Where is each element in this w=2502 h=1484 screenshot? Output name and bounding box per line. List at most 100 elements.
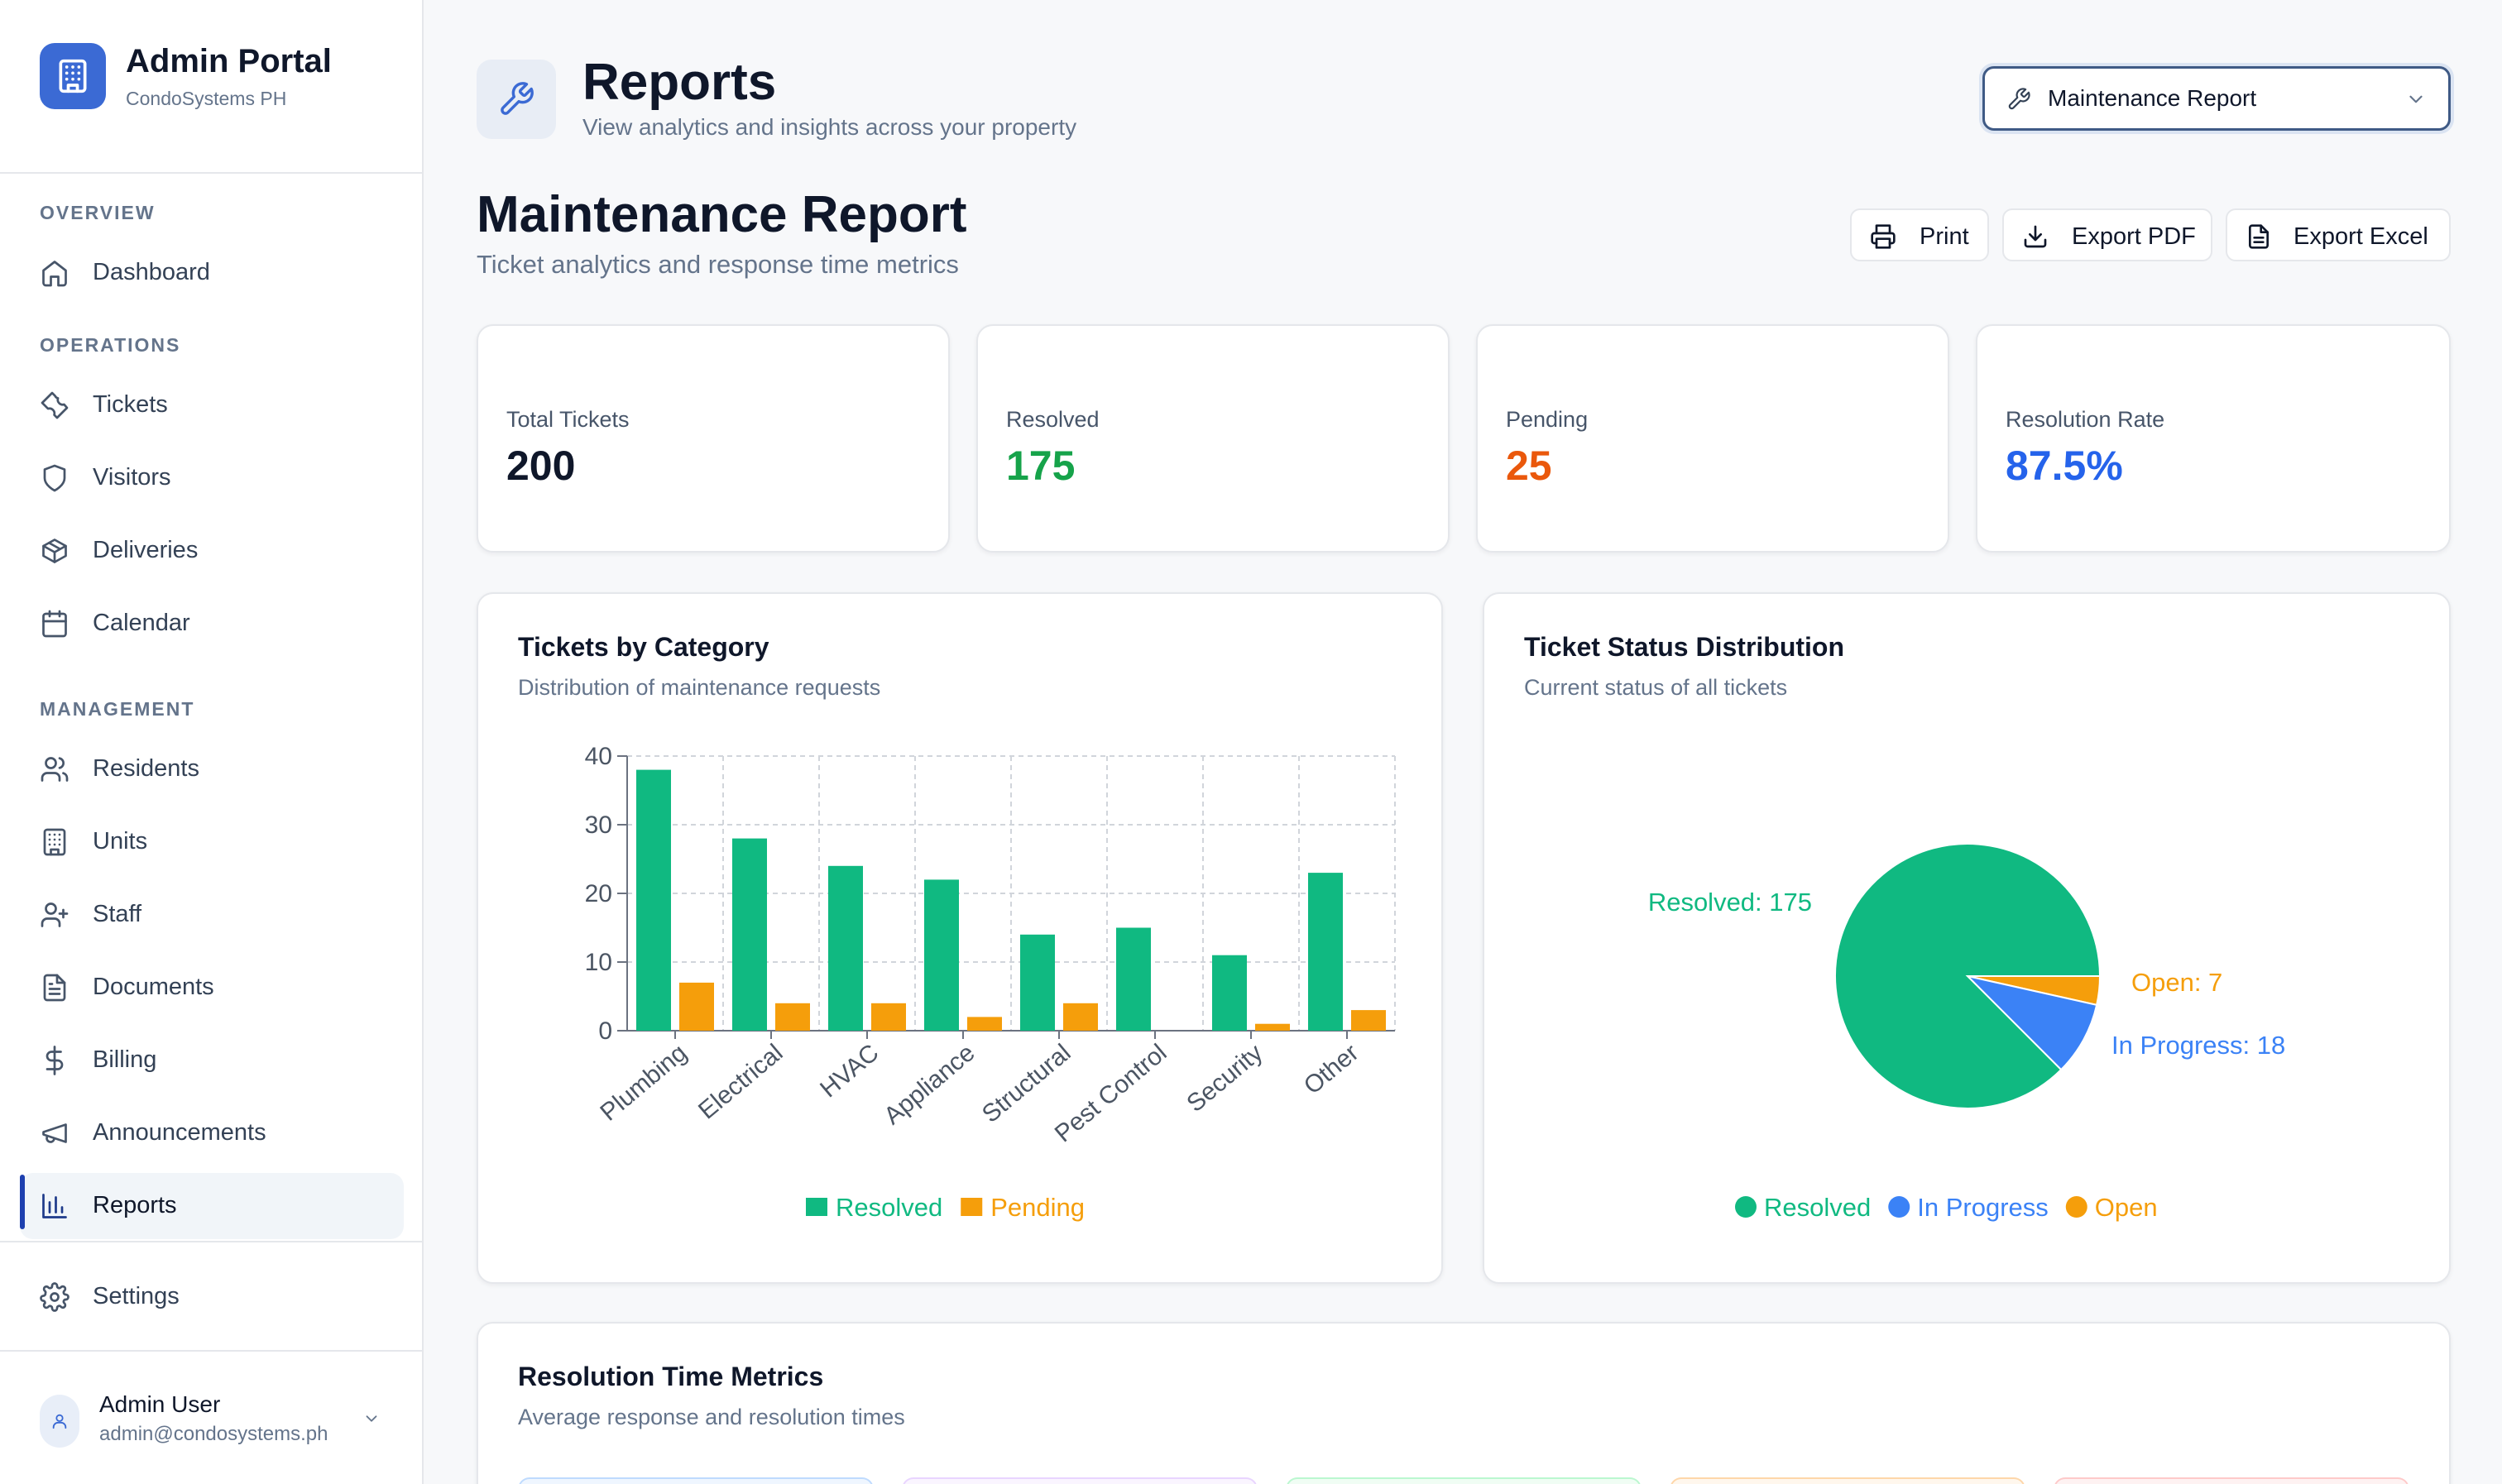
export-excel-button[interactable]: Export Excel bbox=[2226, 208, 2451, 261]
wrench-icon bbox=[2008, 88, 2030, 110]
pie-label: Open: 7 bbox=[2131, 968, 2222, 997]
stat-value: 25 bbox=[1506, 443, 1552, 489]
page-subtitle: View analytics and insights across your … bbox=[582, 114, 1077, 140]
legend-swatch bbox=[1735, 1196, 1757, 1218]
section-operations: OPERATIONS bbox=[40, 334, 181, 356]
report-select-value: Maintenance Report bbox=[2048, 85, 2257, 111]
category-bar-chart: 0 10 20 30 40 Plumbing Electrical HVACAppliance… bbox=[585, 743, 1396, 1222]
resolution-metrics-card: Resolution Time Metrics Average response… bbox=[477, 1322, 2451, 1484]
user-plus-icon bbox=[41, 902, 69, 927]
sidebar-item-announcements[interactable]: Announcements bbox=[20, 1100, 404, 1166]
sidebar-item-billing[interactable]: Billing bbox=[20, 1027, 404, 1094]
sidebar-divider bbox=[0, 1350, 422, 1352]
shield-icon bbox=[43, 464, 66, 492]
sidebar-item-label: Documents bbox=[93, 974, 214, 1000]
legend-swatch bbox=[2065, 1196, 2087, 1218]
legend-swatch bbox=[961, 1198, 983, 1216]
stat-value: 175 bbox=[1006, 443, 1076, 489]
sidebar-item-label: Deliveries bbox=[93, 537, 199, 563]
sidebar-item-dashboard[interactable]: Dashboard bbox=[20, 240, 404, 306]
section-overview: OVERVIEW bbox=[40, 202, 156, 223]
stat-value: 87.5% bbox=[2006, 443, 2123, 489]
report-title: Maintenance Report bbox=[477, 186, 967, 243]
y-tick-label: 30 bbox=[585, 811, 612, 839]
file-text-icon bbox=[2249, 224, 2269, 249]
user-name: Admin User bbox=[99, 1391, 221, 1417]
stat-label: Resolution Rate bbox=[2006, 407, 2165, 432]
sidebar-item-residents[interactable]: Residents bbox=[20, 736, 404, 802]
sidebar-item-label: Dashboard bbox=[93, 259, 210, 285]
brand-subtitle: CondoSystems PH bbox=[126, 88, 287, 109]
bar-pending bbox=[679, 982, 714, 1031]
report-type-select[interactable]: Maintenance Report bbox=[1982, 66, 2451, 131]
bar-resolved bbox=[828, 865, 863, 1031]
header-wrench-icon bbox=[477, 60, 556, 139]
bar-chart-icon bbox=[42, 1194, 67, 1218]
print-button[interactable]: Print bbox=[1850, 208, 1989, 261]
export-excel-label: Export Excel bbox=[2294, 223, 2428, 250]
sidebar-item-calendar[interactable]: Calendar bbox=[20, 591, 404, 657]
stat-card-total: Total Tickets 200 bbox=[477, 324, 950, 553]
sidebar-item-reports[interactable]: Reports bbox=[20, 1173, 404, 1239]
bar-resolved bbox=[924, 879, 959, 1031]
sidebar-item-staff[interactable]: Staff bbox=[20, 882, 404, 948]
sidebar-item-tickets[interactable]: Tickets bbox=[20, 372, 404, 438]
sidebar-item-label: Calendar bbox=[93, 610, 190, 636]
sidebar-item-documents[interactable]: Documents bbox=[20, 955, 404, 1021]
tickets-by-category-card: Tickets by Category Distribution of main… bbox=[477, 592, 1443, 1284]
bar-resolved bbox=[636, 769, 671, 1031]
section-management: MANAGEMENT bbox=[40, 698, 195, 720]
home-icon bbox=[42, 261, 67, 287]
sidebar-item-settings[interactable]: Settings bbox=[20, 1264, 404, 1330]
bar-pending bbox=[1063, 1003, 1098, 1031]
sidebar-item-units[interactable]: Units bbox=[20, 809, 404, 875]
building-logo-icon bbox=[40, 43, 106, 109]
bar-resolved bbox=[732, 838, 767, 1031]
megaphone-icon bbox=[42, 1123, 67, 1143]
stat-value: 200 bbox=[506, 443, 576, 489]
sidebar-item-label: Announcements bbox=[93, 1119, 266, 1146]
package-icon bbox=[42, 539, 67, 563]
download-icon bbox=[2024, 225, 2047, 248]
bar-pending bbox=[775, 1003, 810, 1031]
sidebar-item-label: Tickets bbox=[93, 391, 168, 418]
bar-pending bbox=[1255, 1023, 1290, 1031]
stat-label: Pending bbox=[1506, 407, 1589, 432]
y-tick-label: 40 bbox=[585, 743, 612, 770]
y-tick-label: 0 bbox=[598, 1017, 612, 1045]
stat-label: Total Tickets bbox=[506, 407, 630, 432]
export-pdf-button[interactable]: Export PDF bbox=[2002, 208, 2212, 261]
sidebar-item-label: Visitors bbox=[93, 464, 171, 491]
sidebar-item-label: Billing bbox=[93, 1046, 157, 1073]
sidebar-item-label: Staff bbox=[93, 901, 142, 927]
sidebar-item-label: Settings bbox=[93, 1283, 180, 1309]
page-title: Reports bbox=[582, 54, 777, 111]
sidebar-item-deliveries[interactable]: Deliveries bbox=[20, 518, 404, 584]
active-indicator bbox=[20, 1175, 25, 1229]
x-tick-label: Other bbox=[1299, 1039, 1364, 1100]
chevron-down-icon bbox=[2409, 95, 2423, 103]
x-tick-label: Structural bbox=[977, 1039, 1076, 1128]
building-icon bbox=[43, 828, 66, 856]
avatar bbox=[40, 1395, 79, 1448]
x-tick-label: Appliance bbox=[879, 1039, 980, 1130]
bar-resolved bbox=[1020, 934, 1055, 1031]
sidebar-item-visitors[interactable]: Visitors bbox=[20, 445, 404, 511]
metric-tile bbox=[1670, 1477, 2025, 1484]
metric-tile bbox=[1286, 1477, 1642, 1484]
y-tick-label: 20 bbox=[585, 880, 612, 907]
export-pdf-label: Export PDF bbox=[2072, 223, 2196, 250]
legend-swatch bbox=[806, 1198, 827, 1216]
file-text-icon bbox=[43, 974, 66, 1002]
chevron-down-icon[interactable] bbox=[362, 1410, 381, 1428]
x-tick-label: HVAC bbox=[815, 1039, 884, 1103]
legend-label: Resolved bbox=[1764, 1193, 1871, 1222]
printer-icon bbox=[1871, 224, 1896, 249]
wrench-icon bbox=[41, 391, 69, 419]
legend-label: In Progress bbox=[1917, 1193, 2049, 1222]
gear-icon bbox=[40, 1282, 70, 1312]
legend-swatch bbox=[1888, 1196, 1910, 1218]
pie-label: In Progress: 18 bbox=[2111, 1031, 2285, 1060]
user-icon bbox=[52, 1414, 67, 1429]
users-icon bbox=[41, 757, 69, 782]
